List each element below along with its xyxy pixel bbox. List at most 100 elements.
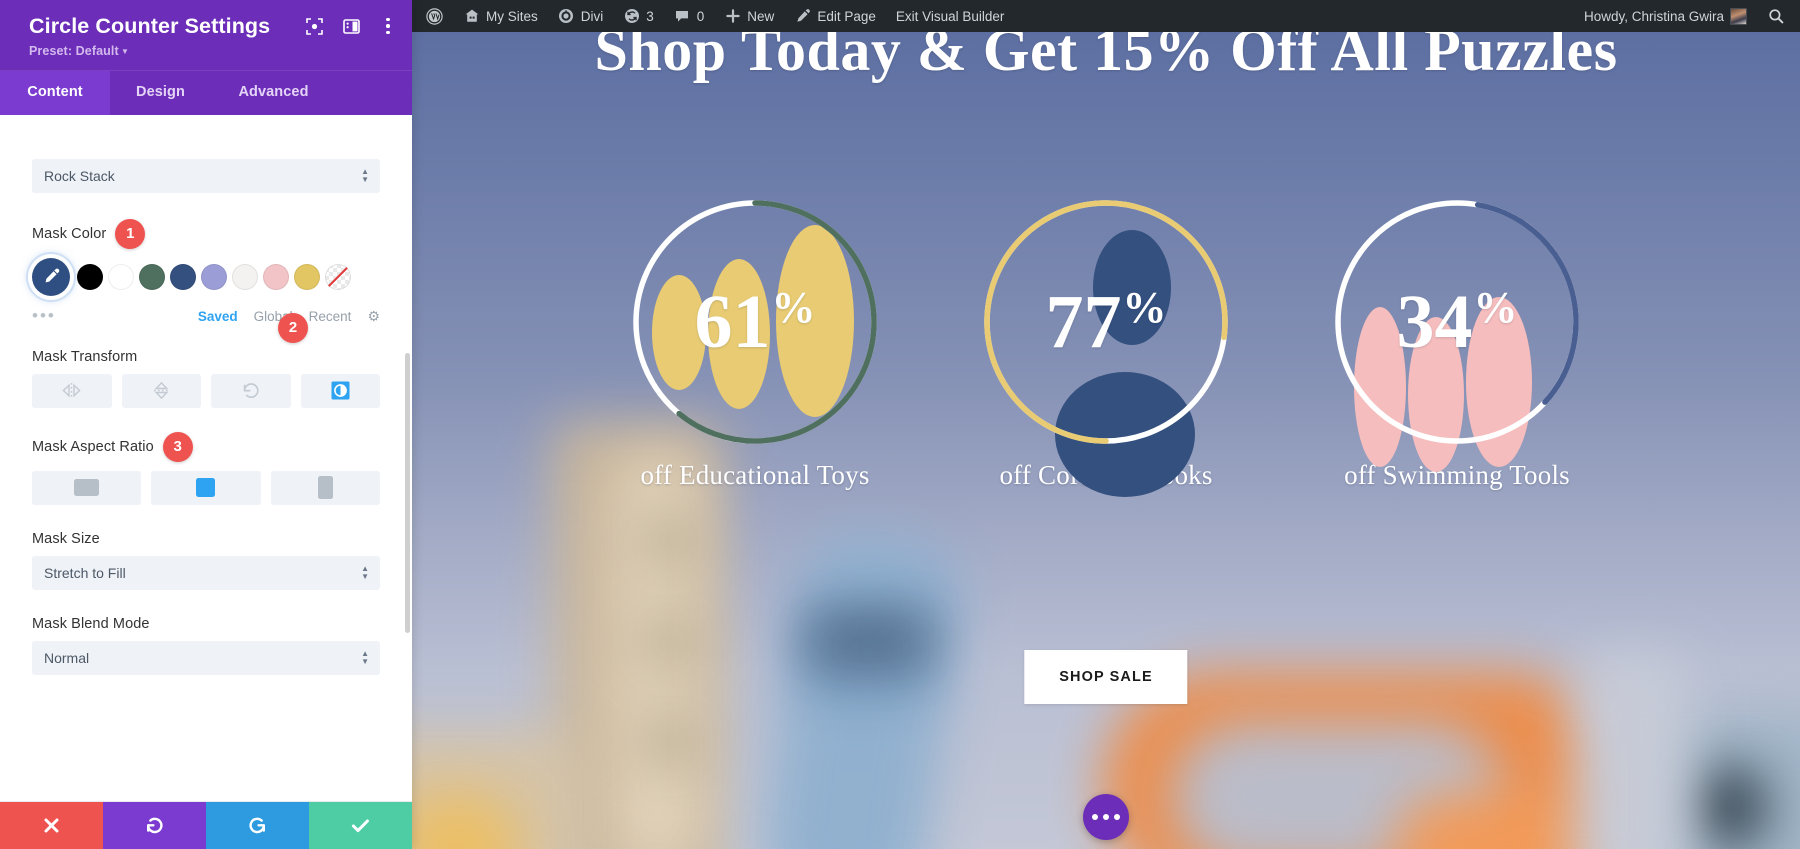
gear-icon[interactable]: ⚙ (367, 308, 380, 325)
circle-counter-1[interactable]: 61% off Educational Toys (630, 197, 880, 491)
counter-value-1: 61% (630, 197, 880, 447)
howdy-label: Howdy, Christina Gwira (1583, 8, 1724, 24)
panel-scrollbar[interactable] (405, 352, 410, 633)
link-saved[interactable]: Saved (198, 309, 238, 324)
redo-button[interactable] (206, 802, 309, 849)
admin-bar-updates-count: 3 (646, 8, 654, 24)
swatch-green[interactable] (139, 263, 165, 290)
swatch-offwhite[interactable] (232, 263, 258, 290)
focus-target-icon[interactable] (304, 16, 324, 36)
invert-icon[interactable] (300, 373, 380, 408)
counter-number-3: 34 (1396, 280, 1473, 364)
tab-content[interactable]: Content (0, 70, 110, 115)
updates-icon (623, 8, 640, 25)
preset-selector[interactable]: Preset: Default ▼ (29, 44, 392, 58)
step-badge-2: 2 (278, 312, 308, 343)
layout-panel-icon[interactable] (341, 16, 361, 36)
circle-counter-3[interactable]: 34% off Swimming Tools (1332, 197, 1582, 491)
aspect-square-icon[interactable] (151, 470, 261, 505)
mask-blend-mode-label: Mask Blend Mode (32, 615, 150, 632)
aspect-portrait-icon[interactable] (270, 470, 380, 505)
mask-size-select[interactable]: Stretch to Fill ▲ ▼ (32, 555, 380, 590)
counter-ring-1: 61% (630, 197, 880, 447)
admin-bar-my-sites-label: My Sites (486, 8, 538, 24)
save-button[interactable] (309, 802, 412, 849)
flip-horizontal-icon[interactable] (32, 373, 112, 408)
field-mask-blend-mode: Mask Blend Mode Normal ▲ ▼ (32, 616, 380, 675)
color-picker-button[interactable] (32, 257, 70, 296)
mask-size-value: Stretch to Fill (44, 564, 126, 581)
counter-value-3: 34% (1332, 197, 1582, 447)
counter-percent-2: % (1122, 283, 1167, 332)
panel-header-actions (304, 16, 398, 36)
swatch-navy[interactable] (170, 263, 196, 290)
admin-bar-comments[interactable]: 0 (664, 0, 715, 32)
swatch-black[interactable] (77, 263, 103, 290)
admin-bar-howdy[interactable]: Howdy, Christina Gwira (1574, 0, 1757, 32)
counter-ring-3: 34% (1332, 197, 1582, 472)
mask-color-label: Mask Color (32, 225, 107, 242)
mask-aspect-ratio-label: Mask Aspect Ratio (32, 438, 154, 455)
admin-bar-search[interactable] (1757, 0, 1800, 32)
counter-number-1: 61 (694, 280, 771, 364)
chevron-updown-icon: ▲ ▼ (361, 648, 369, 666)
rotate-icon[interactable] (211, 373, 291, 408)
admin-bar-edit-page[interactable]: Edit Page (784, 0, 886, 32)
mask-style-select[interactable]: Rock Stack ▲ ▼ (32, 158, 380, 193)
aspect-landscape-icon[interactable] (32, 470, 142, 505)
mask-blend-mode-value: Normal (44, 649, 90, 666)
swatch-pink[interactable] (263, 263, 289, 290)
admin-bar-updates[interactable]: 3 (613, 0, 664, 32)
circle-counter-2[interactable]: 77% off Coloring Books (981, 197, 1231, 497)
swatch-periwinkle[interactable] (201, 263, 227, 290)
more-vertical-icon[interactable] (378, 16, 398, 36)
settings-panel-header: Circle Counter Settings Preset: Default … (0, 0, 412, 70)
counter-number-2: 77 (1045, 280, 1122, 364)
admin-bar-divi[interactable]: Divi (548, 0, 614, 32)
tab-design[interactable]: Design (110, 71, 211, 115)
admin-bar-new[interactable]: New (714, 0, 784, 32)
step-badge-3: 3 (162, 431, 193, 462)
mask-blend-mode-select[interactable]: Normal ▲ ▼ (32, 640, 380, 675)
counter-ring-2: 77% (981, 197, 1231, 497)
more-colors-icon[interactable]: ••• (32, 307, 56, 324)
admin-bar-edit-page-label: Edit Page (817, 8, 876, 24)
admin-bar-exit-visual-builder[interactable]: Exit Visual Builder (886, 0, 1015, 32)
settings-tabs: Content Design Advanced (0, 69, 412, 115)
module-settings-panel: Circle Counter Settings Preset: Default … (0, 0, 412, 849)
mask-transform-label-text: Mask Transform (32, 348, 138, 365)
chevron-down-icon: ▼ (118, 46, 130, 56)
swatch-gold[interactable] (294, 263, 320, 290)
mask-blend-mode-label-row: Mask Blend Mode (32, 616, 380, 632)
undo-button[interactable] (103, 802, 206, 849)
undo-icon (146, 817, 163, 834)
mask-transform-buttons (32, 373, 380, 408)
flip-vertical-icon[interactable] (121, 373, 201, 408)
admin-bar-my-sites[interactable]: My Sites (453, 0, 548, 32)
sites-icon (463, 8, 480, 25)
link-recent[interactable]: Recent (309, 309, 352, 324)
swatch-meta-row: ••• Saved Global Recent ⚙ (32, 307, 380, 325)
cancel-button[interactable] (0, 802, 103, 849)
field-mask-aspect-ratio: Mask Aspect Ratio 3 (32, 431, 380, 505)
mask-transform-label: Mask Transform (32, 349, 380, 365)
tab-advanced[interactable]: Advanced (211, 71, 336, 115)
swatch-white[interactable] (108, 263, 134, 290)
plus-icon (724, 8, 741, 25)
swatch-transparent[interactable] (325, 263, 351, 290)
mask-size-label: Mask Size (32, 530, 100, 547)
settings-panel-body: Rock Stack ▲ ▼ Mask Color 1 ••• Saved Gl… (0, 114, 412, 801)
field-mask-style: Rock Stack ▲ ▼ (32, 158, 380, 193)
admin-bar-divi-label: Divi (580, 8, 604, 24)
comments-icon (674, 8, 691, 25)
redo-icon (249, 817, 266, 834)
field-mask-transform: 2 Mask Transform (32, 312, 380, 408)
counter-label-3: off Swimming Tools (1344, 460, 1570, 490)
wordpress-logo-icon[interactable] (412, 0, 453, 32)
admin-bar-exit-label: Exit Visual Builder (895, 8, 1005, 24)
mask-color-swatches (32, 257, 380, 296)
pencil-icon (794, 8, 811, 25)
more-options-icon[interactable] (1083, 794, 1129, 840)
shop-sale-button[interactable]: SHOP SALE (1024, 650, 1188, 704)
admin-bar-new-label: New (747, 8, 775, 24)
